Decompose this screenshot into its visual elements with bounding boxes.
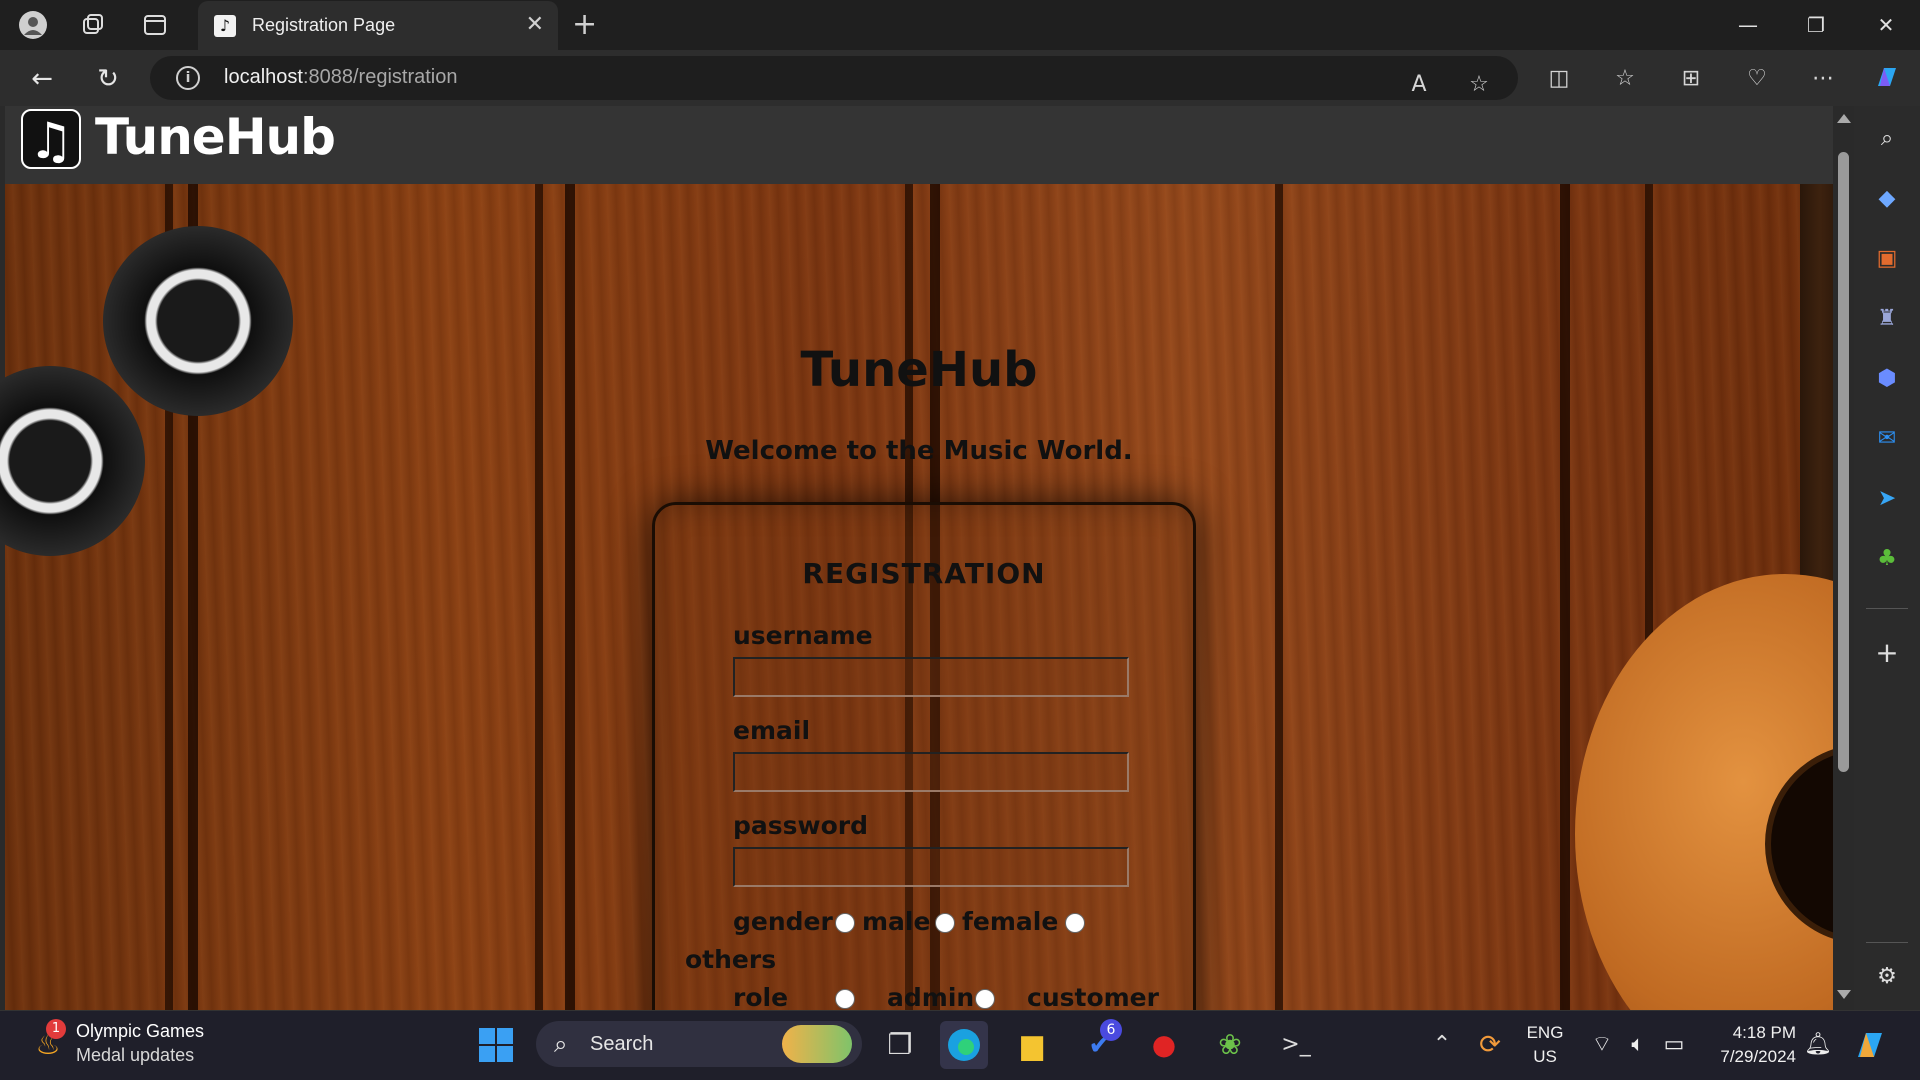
- gender-male-label: male: [862, 907, 931, 936]
- gender-others-label: others: [685, 945, 777, 974]
- settings-gear-icon[interactable]: ⚙: [1870, 960, 1904, 994]
- username-label: username: [733, 621, 873, 650]
- refresh-icon[interactable]: ↻: [92, 63, 124, 95]
- page-title: TuneHub: [800, 342, 1038, 398]
- email-label: email: [733, 716, 811, 745]
- role-label: role: [733, 983, 789, 1010]
- close-window-button[interactable]: ✕: [1858, 8, 1914, 42]
- taskbar-search[interactable]: ⌕ Search: [536, 1021, 862, 1067]
- url-bar[interactable]: i localhost:8088/registration A ☆: [150, 56, 1518, 100]
- wood-background: TuneHub Welcome to the Music World. REGI…: [0, 184, 1854, 1010]
- scroll-down-icon[interactable]: [1837, 990, 1851, 999]
- site-info-icon[interactable]: i: [176, 66, 200, 90]
- minimize-button[interactable]: —: [1720, 8, 1776, 42]
- form-title: REGISTRATION: [802, 557, 1046, 590]
- address-toolbar: ← ↻ i localhost:8088/registration A ☆ ◫ …: [0, 50, 1920, 106]
- windows-start-icon[interactable]: [472, 1021, 520, 1069]
- gender-female-radio[interactable]: [935, 913, 955, 933]
- scroll-up-icon[interactable]: [1837, 114, 1851, 123]
- news-title[interactable]: Olympic Games: [76, 1021, 204, 1042]
- read-aloud-icon[interactable]: A: [1402, 68, 1436, 102]
- sidebar-divider: [1866, 942, 1908, 943]
- browser-essentials-icon[interactable]: ♡: [1740, 62, 1774, 96]
- news-badge: 1: [46, 1019, 66, 1039]
- clock-date[interactable]: 7/29/2024: [1696, 1047, 1796, 1067]
- site-header: ♫ TuneHub: [5, 106, 1833, 184]
- outlook-icon[interactable]: ✉: [1870, 422, 1904, 456]
- registration-card: REGISTRATION username email password gen…: [652, 502, 1196, 1010]
- close-tab-icon[interactable]: ✕: [526, 12, 544, 37]
- copilot-taskbar-icon[interactable]: [1846, 1021, 1894, 1069]
- shopping-tag-icon[interactable]: ◆: [1870, 182, 1904, 216]
- gender-female-label: female: [962, 907, 1059, 936]
- task-view-icon[interactable]: ❐: [876, 1021, 924, 1069]
- favorite-star-icon[interactable]: ☆: [1462, 68, 1496, 102]
- password-input[interactable]: [733, 847, 1129, 887]
- add-icon[interactable]: +: [1870, 636, 1904, 670]
- page-viewport: ♫ TuneHub TuneHub Welcome to the Music W…: [0, 106, 1854, 1010]
- search-label: Search: [590, 1033, 654, 1055]
- terminal-icon[interactable]: >_: [1272, 1021, 1320, 1069]
- username-input[interactable]: [733, 657, 1129, 697]
- scroll-thumb[interactable]: [1838, 152, 1849, 772]
- new-tab-button[interactable]: +: [572, 8, 597, 42]
- browser-titlebar: ♪ Registration Page ✕ + — ❐ ✕: [0, 0, 1920, 51]
- role-admin-label: admin: [887, 983, 975, 1010]
- collections-icon[interactable]: ⊞: [1674, 62, 1708, 96]
- language-bottom[interactable]: US: [1520, 1047, 1570, 1067]
- search-icon[interactable]: ⌕: [1870, 122, 1904, 156]
- active-tab[interactable]: ♪ Registration Page ✕: [198, 1, 558, 51]
- edge-browser-icon[interactable]: [940, 1021, 988, 1069]
- sync-icon[interactable]: ⟳: [1466, 1021, 1514, 1069]
- plank-divider: [1560, 184, 1570, 1010]
- clock-time[interactable]: 4:18 PM: [1706, 1023, 1796, 1043]
- opera-icon[interactable]: ●: [1140, 1021, 1188, 1069]
- todo-badge: 6: [1100, 1019, 1122, 1041]
- role-admin-radio[interactable]: [835, 989, 855, 1009]
- site-brand: TuneHub: [95, 108, 336, 166]
- page-subtitle: Welcome to the Music World.: [705, 436, 1133, 466]
- file-explorer-icon[interactable]: ▆: [1008, 1021, 1056, 1069]
- tab-title: Registration Page: [252, 15, 396, 35]
- role-customer-radio[interactable]: [975, 989, 995, 1009]
- spring-tool-icon[interactable]: ❀: [1206, 1021, 1254, 1069]
- windows-taskbar: ♨ 1 Olympic Games Medal updates ⌕ Search…: [0, 1010, 1920, 1080]
- more-menu-icon[interactable]: ⋯: [1806, 62, 1840, 96]
- music-note-icon: ♪: [214, 15, 236, 37]
- microsoft-365-icon[interactable]: ⬢: [1870, 362, 1904, 396]
- send-icon[interactable]: ➤: [1870, 482, 1904, 516]
- restore-button[interactable]: ❐: [1788, 8, 1844, 42]
- language-top[interactable]: ENG: [1520, 1023, 1570, 1043]
- gender-label: gender: [733, 907, 833, 936]
- favorites-icon[interactable]: ☆: [1608, 62, 1642, 96]
- gender-male-radio[interactable]: [835, 913, 855, 933]
- back-arrow-icon[interactable]: ←: [26, 63, 58, 95]
- role-customer-label: customer: [1027, 983, 1159, 1010]
- split-screen-icon[interactable]: ◫: [1542, 62, 1576, 96]
- password-label: password: [733, 811, 869, 840]
- search-icon: ⌕: [554, 1030, 568, 1058]
- music-logo-icon: ♫: [21, 109, 81, 170]
- email-input[interactable]: [733, 752, 1129, 792]
- tools-briefcase-icon[interactable]: ▣: [1870, 242, 1904, 276]
- page-scrollbar[interactable]: [1833, 106, 1854, 1010]
- url-text[interactable]: localhost:8088/registration: [224, 66, 457, 89]
- search-highlight-icon: [782, 1025, 852, 1063]
- copilot-icon[interactable]: [1870, 62, 1904, 96]
- gender-others-radio[interactable]: [1065, 913, 1085, 933]
- plank-divider: [565, 184, 575, 1010]
- chevron-up-icon[interactable]: ⌃: [1418, 1021, 1466, 1069]
- sidebar-divider: [1866, 608, 1908, 609]
- tree-icon[interactable]: ♣: [1870, 542, 1904, 576]
- notification-bell-icon[interactable]: 🔔︎: [1794, 1021, 1842, 1069]
- games-icon[interactable]: ♜: [1870, 302, 1904, 336]
- workspaces-icon[interactable]: [78, 10, 108, 40]
- profile-icon[interactable]: [18, 10, 48, 40]
- tab-actions-icon[interactable]: [140, 10, 170, 40]
- browser-sidebar: ⌕ ◆ ▣ ♜ ⬢ ✉ ➤ ♣ + ⚙: [1854, 106, 1920, 1010]
- battery-icon[interactable]: ▭: [1650, 1021, 1698, 1069]
- news-subtitle[interactable]: Medal updates: [76, 1045, 194, 1066]
